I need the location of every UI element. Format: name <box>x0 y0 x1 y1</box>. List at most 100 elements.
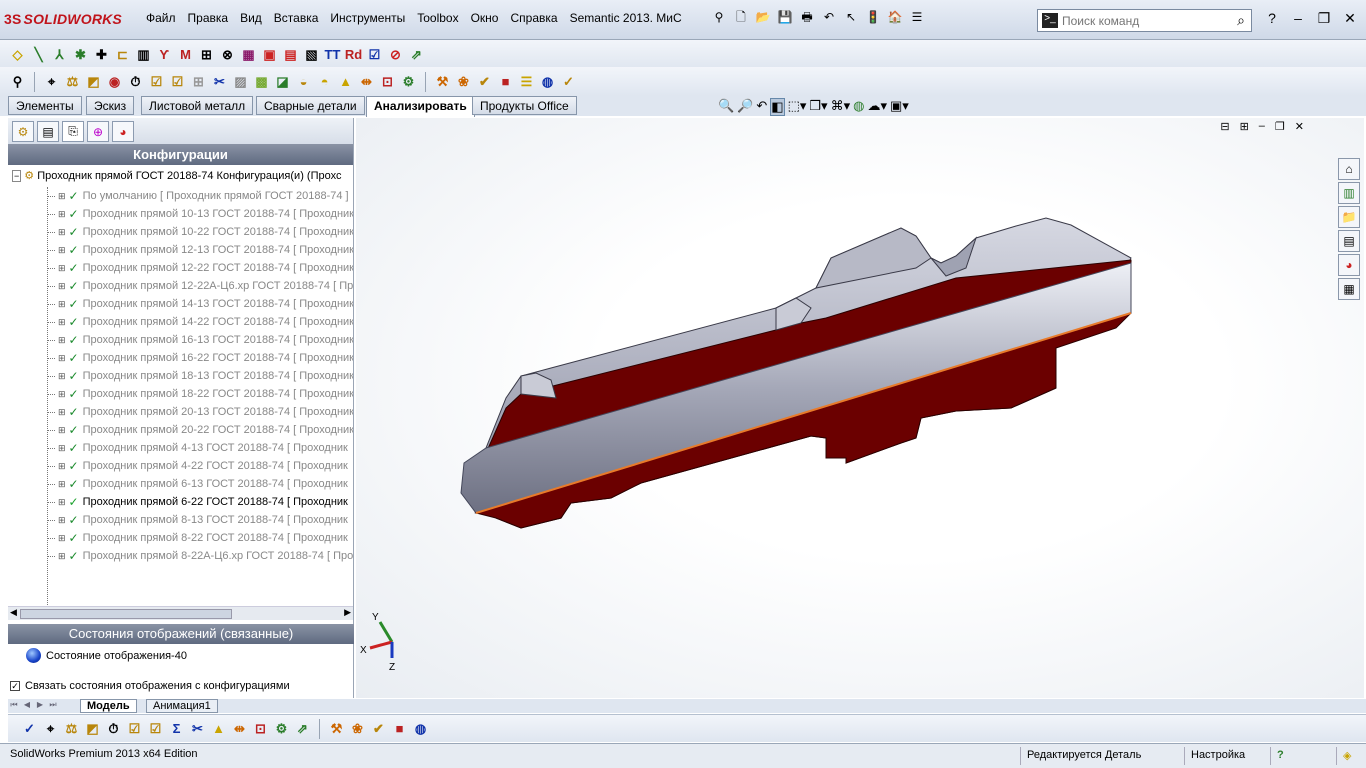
configuration-item[interactable]: ⊞ ✓ По умолчанию [ Проходник прямой ГОСТ 2… <box>47 187 349 205</box>
check-icon[interactable]: ☑ <box>365 45 384 64</box>
search-input[interactable] <box>1062 13 1227 29</box>
color-icon[interactable]: ■ <box>390 719 409 738</box>
configuration-item[interactable]: ⊞ ✓ Проходник прямой 16-22 ГОСТ 20188-74 [… <box>47 349 353 367</box>
text-icon[interactable]: Ƴ <box>155 45 174 64</box>
search-box[interactable]: >_ ⌕ <box>1037 9 1252 32</box>
tab-animation[interactable]: Анимация1 <box>146 699 218 713</box>
status-help[interactable]: ? <box>1270 747 1290 765</box>
appearance-icon[interactable]: ◍ <box>411 719 430 738</box>
view-orientation-icon[interactable]: ⬚▾ <box>788 98 807 116</box>
menu-help[interactable]: Справка <box>504 11 563 25</box>
spelling-icon[interactable]: ✓ <box>20 719 39 738</box>
configuration-item[interactable]: ⊞ ✓ Проходник прямой 4-13 ГОСТ 20188-74 [ … <box>47 439 348 457</box>
display-style-icon[interactable]: ❒▾ <box>809 98 827 116</box>
open-icon[interactable]: 📂 <box>754 8 772 26</box>
property-manager-icon[interactable]: ▤ <box>37 121 59 142</box>
rd-icon[interactable]: Rd <box>344 45 363 64</box>
costing-icon[interactable]: ⚒ <box>327 719 346 738</box>
tab-weldments[interactable]: Сварные детали <box>256 96 365 115</box>
configuration-item[interactable]: ⊞ ✓ Проходник прямой 16-13 ГОСТ 20188-74 [… <box>47 331 353 349</box>
tree-root[interactable]: − ⚙ Проходник прямой ГОСТ 20188-74 Конфиг… <box>12 169 341 182</box>
menu-semantic[interactable]: Semantic 2013. МиС <box>564 11 688 25</box>
configuration-item[interactable]: ⊞ ✓ Проходник прямой 10-13 ГОСТ 20188-74 [… <box>47 205 353 223</box>
horizontal-scrollbar[interactable]: ◀ ▶ <box>8 606 353 620</box>
tt-icon[interactable]: TT <box>323 45 342 64</box>
pdf-icon[interactable]: ▤ <box>281 45 300 64</box>
configuration-item[interactable]: ⊞ ✓ Проходник прямой 6-22 ГОСТ 20188-74 [ … <box>47 493 348 511</box>
save-icon[interactable]: 💾 <box>776 8 794 26</box>
tab-features[interactable]: Элементы <box>8 96 82 115</box>
zoom-area-icon[interactable]: 🔎 <box>737 98 753 116</box>
stack-icon[interactable]: ☰ <box>517 72 536 91</box>
tab-model[interactable]: Модель <box>80 699 137 713</box>
feature-manager-icon[interactable]: ⚙ <box>12 121 34 142</box>
new-document-icon[interactable]: 🗋 <box>732 8 750 26</box>
next-tab-icon[interactable]: ▶ <box>34 700 46 712</box>
geometry-analysis-icon[interactable]: ☑ <box>146 719 165 738</box>
approve-icon[interactable]: ✔ <box>475 72 494 91</box>
search-icon[interactable]: ⌕ <box>1237 12 1245 29</box>
tools-icon[interactable]: ⚲ <box>8 72 27 91</box>
no-icon[interactable]: ⊘ <box>386 45 405 64</box>
configuration-item[interactable]: ⊞ ✓ Проходник прямой 8-13 ГОСТ 20188-74 [ … <box>47 511 348 529</box>
curvature-icon[interactable]: ▩ <box>252 72 271 91</box>
status-tag-icon[interactable]: ◈ <box>1336 747 1357 765</box>
line-icon[interactable]: ╲ <box>29 45 48 64</box>
first-tab-icon[interactable]: ⏮ <box>8 700 20 712</box>
menu-view[interactable]: Вид <box>234 11 268 25</box>
pin-icon[interactable]: ⚲ <box>710 8 728 26</box>
scroll-left-icon[interactable]: ◀ <box>10 607 17 618</box>
help-menu-icon[interactable]: ? <box>1262 10 1282 26</box>
options-icon[interactable]: ☰ <box>908 8 926 26</box>
configuration-item[interactable]: ⊞ ✓ Проходник прямой 20-13 ГОСТ 20188-74 [… <box>47 403 353 421</box>
measure-icon[interactable]: ⌖ <box>41 719 60 738</box>
tab-office-products[interactable]: Продукты Office <box>472 96 577 115</box>
configuration-item[interactable]: ⊞ ✓ Проходник прямой 6-13 ГОСТ 20188-74 [ … <box>47 475 348 493</box>
import-diagnostics-icon[interactable]: ⊞ <box>189 72 208 91</box>
relations-icon[interactable]: ⊞ <box>197 45 216 64</box>
zoom-to-fit-icon[interactable]: 🔍 <box>718 98 734 116</box>
approve-icon[interactable]: ✔ <box>369 719 388 738</box>
measure-icon[interactable]: ⌖ <box>42 72 61 91</box>
close-icon[interactable]: ✕ <box>1340 10 1360 26</box>
configuration-item[interactable]: ⊞ ✓ Проходник прямой 12-22 ГОСТ 20188-74 [… <box>47 259 353 277</box>
tab-sketch[interactable]: Эскиз <box>86 96 135 115</box>
sustainability-icon[interactable]: ❀ <box>348 719 367 738</box>
spline-icon[interactable]: ⅄ <box>50 45 69 64</box>
collapse-icon[interactable]: − <box>12 170 22 182</box>
mass-properties-icon[interactable]: ⚖ <box>63 72 82 91</box>
crosshair-icon[interactable]: ✚ <box>92 45 111 64</box>
symmetry-icon[interactable]: ⇹ <box>230 719 249 738</box>
select-icon[interactable]: ↖ <box>842 8 860 26</box>
solidworks-logo[interactable]: 3S SOLIDWORKS <box>4 11 122 27</box>
sum-icon[interactable]: Σ <box>167 719 186 738</box>
menu-edit[interactable]: Правка <box>182 11 235 25</box>
export-icon[interactable]: ⇗ <box>293 719 312 738</box>
symmetry-icon[interactable]: ⇹ <box>357 72 376 91</box>
smart-dimension-icon[interactable]: ◇ <box>8 45 27 64</box>
parting-icon[interactable]: ◓ <box>315 72 334 91</box>
view-settings-icon[interactable]: ▣▾ <box>890 98 909 116</box>
check-geometry-icon[interactable]: ☑ <box>147 72 166 91</box>
mass-properties-icon[interactable]: ⚖ <box>62 719 81 738</box>
geometry-analysis-icon[interactable]: ☑ <box>168 72 187 91</box>
costing-icon[interactable]: ⚒ <box>433 72 452 91</box>
thickness-icon[interactable]: ▲ <box>336 72 355 91</box>
deviation-icon[interactable]: ✂ <box>210 72 229 91</box>
configuration-item[interactable]: ⊞ ✓ Проходник прямой 10-22 ГОСТ 20188-74 [… <box>47 223 353 241</box>
menu-tools[interactable]: Инструменты <box>324 11 411 25</box>
scroll-right-icon[interactable]: ▶ <box>344 607 351 618</box>
apply-scene-icon[interactable]: ☁▾ <box>867 98 887 116</box>
display-state-item[interactable]: Состояние отображения-40 <box>26 648 187 663</box>
section-view-icon[interactable]: ◧ <box>770 98 785 116</box>
menu-file[interactable]: Файл <box>140 11 182 25</box>
undercut-icon[interactable]: ◒ <box>294 72 313 91</box>
menu-toolbox[interactable]: Toolbox <box>411 11 464 25</box>
statistics-icon[interactable]: ◉ <box>105 72 124 91</box>
configuration-item[interactable]: ⊞ ✓ Проходник прямой 18-13 ГОСТ 20188-74 [… <box>47 367 353 385</box>
restore-icon[interactable]: ❐ <box>1314 10 1334 26</box>
configuration-item[interactable]: ⊞ ✓ Проходник прямой 12-13 ГОСТ 20188-74 [… <box>47 241 353 259</box>
sheet-icon[interactable]: ▧ <box>302 45 321 64</box>
performance-icon[interactable]: ⏱ <box>126 72 145 91</box>
link-checkbox[interactable]: ✓ <box>10 681 20 691</box>
